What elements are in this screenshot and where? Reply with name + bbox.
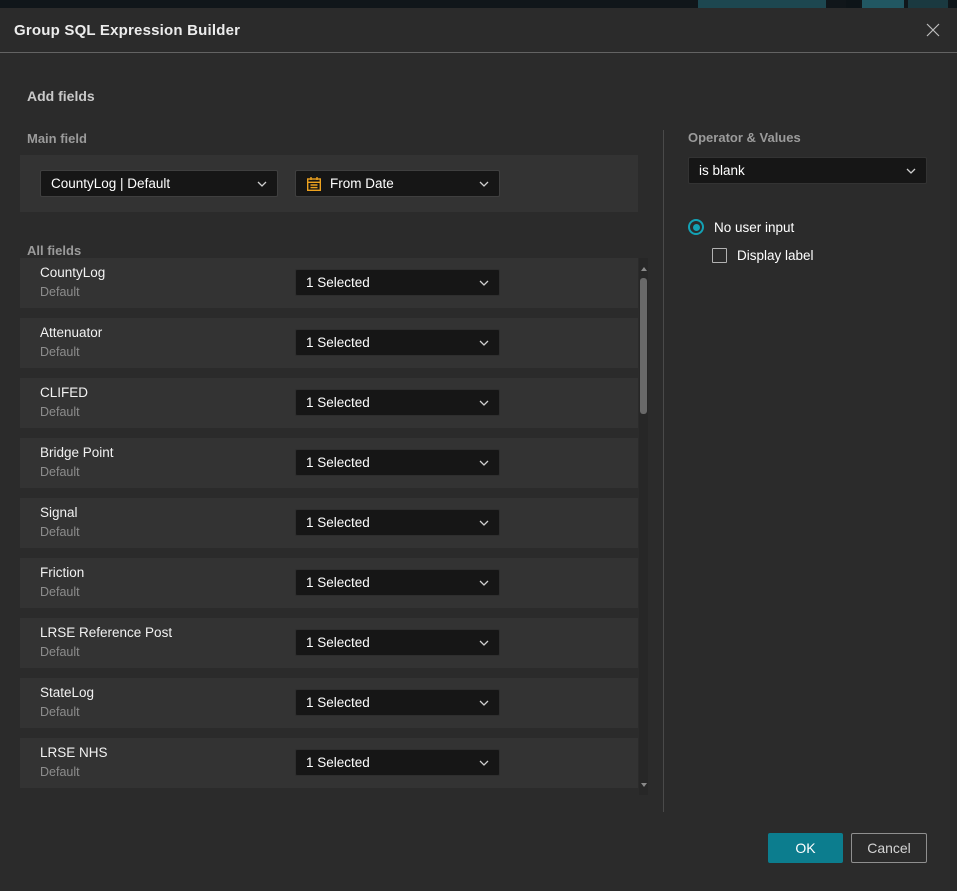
field-row: Bridge Point Default 1 Selected xyxy=(20,438,638,488)
background-fragment xyxy=(862,0,904,8)
field-layer-sublabel: Default xyxy=(40,585,80,599)
field-selected-value: 1 Selected xyxy=(306,635,473,650)
checkbox-unchecked-icon xyxy=(712,248,727,263)
field-layer-sublabel: Default xyxy=(40,405,80,419)
chevron-down-icon xyxy=(479,580,489,586)
field-name: CountyLog xyxy=(40,265,105,280)
field-row: CLIFED Default 1 Selected xyxy=(20,378,638,428)
field-name: StateLog xyxy=(40,685,94,700)
field-selected-value: 1 Selected xyxy=(306,275,473,290)
main-field-dropdown[interactable]: CountyLog | Default xyxy=(40,170,278,197)
field-layer-sublabel: Default xyxy=(40,705,80,719)
field-name: LRSE Reference Post xyxy=(40,625,172,640)
all-fields-list: CountyLog Default 1 Selected Attenuator … xyxy=(20,258,638,795)
field-layer-sublabel: Default xyxy=(40,525,80,539)
dialog-title-bar: Group SQL Expression Builder xyxy=(0,8,957,53)
field-selected-dropdown[interactable]: 1 Selected xyxy=(295,269,500,296)
field-layer-sublabel: Default xyxy=(40,765,80,779)
field-row: LRSE NHS Default 1 Selected xyxy=(20,738,638,788)
background-fragment xyxy=(846,0,860,8)
field-row: Friction Default 1 Selected xyxy=(20,558,638,608)
field-selected-value: 1 Selected xyxy=(306,395,473,410)
fields-list-scrollbar[interactable] xyxy=(639,258,648,795)
field-selected-value: 1 Selected xyxy=(306,695,473,710)
field-row: Signal Default 1 Selected xyxy=(20,498,638,548)
field-selected-value: 1 Selected xyxy=(306,335,473,350)
scrollbar-down-arrow-icon[interactable] xyxy=(639,780,648,789)
scrollbar-thumb[interactable] xyxy=(640,278,647,414)
scrollbar-up-arrow-icon[interactable] xyxy=(639,264,648,273)
main-field-label: Main field xyxy=(27,131,87,146)
field-selected-dropdown[interactable]: 1 Selected xyxy=(295,449,500,476)
operator-dropdown[interactable]: is blank xyxy=(688,157,927,184)
field-selected-value: 1 Selected xyxy=(306,755,473,770)
close-button[interactable] xyxy=(923,20,943,40)
field-selected-dropdown[interactable]: 1 Selected xyxy=(295,509,500,536)
chevron-down-icon xyxy=(479,700,489,706)
close-icon xyxy=(925,22,941,38)
field-layer-sublabel: Default xyxy=(40,345,80,359)
operator-dropdown-value: is blank xyxy=(699,163,900,178)
chevron-down-icon xyxy=(906,168,916,174)
chevron-down-icon xyxy=(479,640,489,646)
main-attribute-dropdown-value: From Date xyxy=(330,176,473,191)
field-row: LRSE Reference Post Default 1 Selected xyxy=(20,618,638,668)
ok-button[interactable]: OK xyxy=(768,833,843,863)
main-field-panel: CountyLog | Default From Date xyxy=(20,155,638,212)
field-name: Attenuator xyxy=(40,325,102,340)
panel-divider xyxy=(663,130,664,812)
chevron-down-icon xyxy=(479,460,489,466)
field-selected-value: 1 Selected xyxy=(306,515,473,530)
chevron-down-icon xyxy=(257,181,267,187)
add-fields-heading: Add fields xyxy=(27,88,95,104)
field-layer-sublabel: Default xyxy=(40,465,80,479)
all-fields-label: All fields xyxy=(27,243,81,258)
field-selected-dropdown[interactable]: 1 Selected xyxy=(295,329,500,356)
no-user-input-radio[interactable]: No user input xyxy=(688,219,794,235)
field-selected-dropdown[interactable]: 1 Selected xyxy=(295,569,500,596)
field-layer-sublabel: Default xyxy=(40,645,80,659)
main-field-dropdown-value: CountyLog | Default xyxy=(51,176,251,191)
field-layer-sublabel: Default xyxy=(40,285,80,299)
operator-values-label: Operator & Values xyxy=(688,130,801,145)
field-name: CLIFED xyxy=(40,385,88,400)
radio-label: No user input xyxy=(714,220,794,235)
field-name: LRSE NHS xyxy=(40,745,108,760)
field-selected-dropdown[interactable]: 1 Selected xyxy=(295,629,500,656)
display-label-checkbox[interactable]: Display label xyxy=(712,248,814,263)
chevron-down-icon xyxy=(479,400,489,406)
chevron-down-icon xyxy=(479,520,489,526)
field-selected-dropdown[interactable]: 1 Selected xyxy=(295,689,500,716)
radio-selected-icon xyxy=(688,219,704,235)
field-row: StateLog Default 1 Selected xyxy=(20,678,638,728)
cancel-button[interactable]: Cancel xyxy=(851,833,927,863)
group-sql-expression-builder-dialog: Group SQL Expression Builder Add fields … xyxy=(0,8,957,891)
field-selected-value: 1 Selected xyxy=(306,575,473,590)
field-row: Attenuator Default 1 Selected xyxy=(20,318,638,368)
field-name: Signal xyxy=(40,505,78,520)
field-row: CountyLog Default 1 Selected xyxy=(20,258,638,308)
checkbox-label: Display label xyxy=(737,248,814,263)
background-fragment xyxy=(698,0,826,8)
main-attribute-dropdown[interactable]: From Date xyxy=(295,170,500,197)
dialog-title: Group SQL Expression Builder xyxy=(14,22,240,39)
field-name: Bridge Point xyxy=(40,445,114,460)
field-name: Friction xyxy=(40,565,84,580)
background-fragment xyxy=(908,0,948,8)
chevron-down-icon xyxy=(479,181,489,187)
chevron-down-icon xyxy=(479,340,489,346)
chevron-down-icon xyxy=(479,760,489,766)
field-selected-dropdown[interactable]: 1 Selected xyxy=(295,389,500,416)
chevron-down-icon xyxy=(479,280,489,286)
calendar-icon xyxy=(306,176,322,192)
field-selected-dropdown[interactable]: 1 Selected xyxy=(295,749,500,776)
field-selected-value: 1 Selected xyxy=(306,455,473,470)
background-app-strip xyxy=(0,0,957,8)
